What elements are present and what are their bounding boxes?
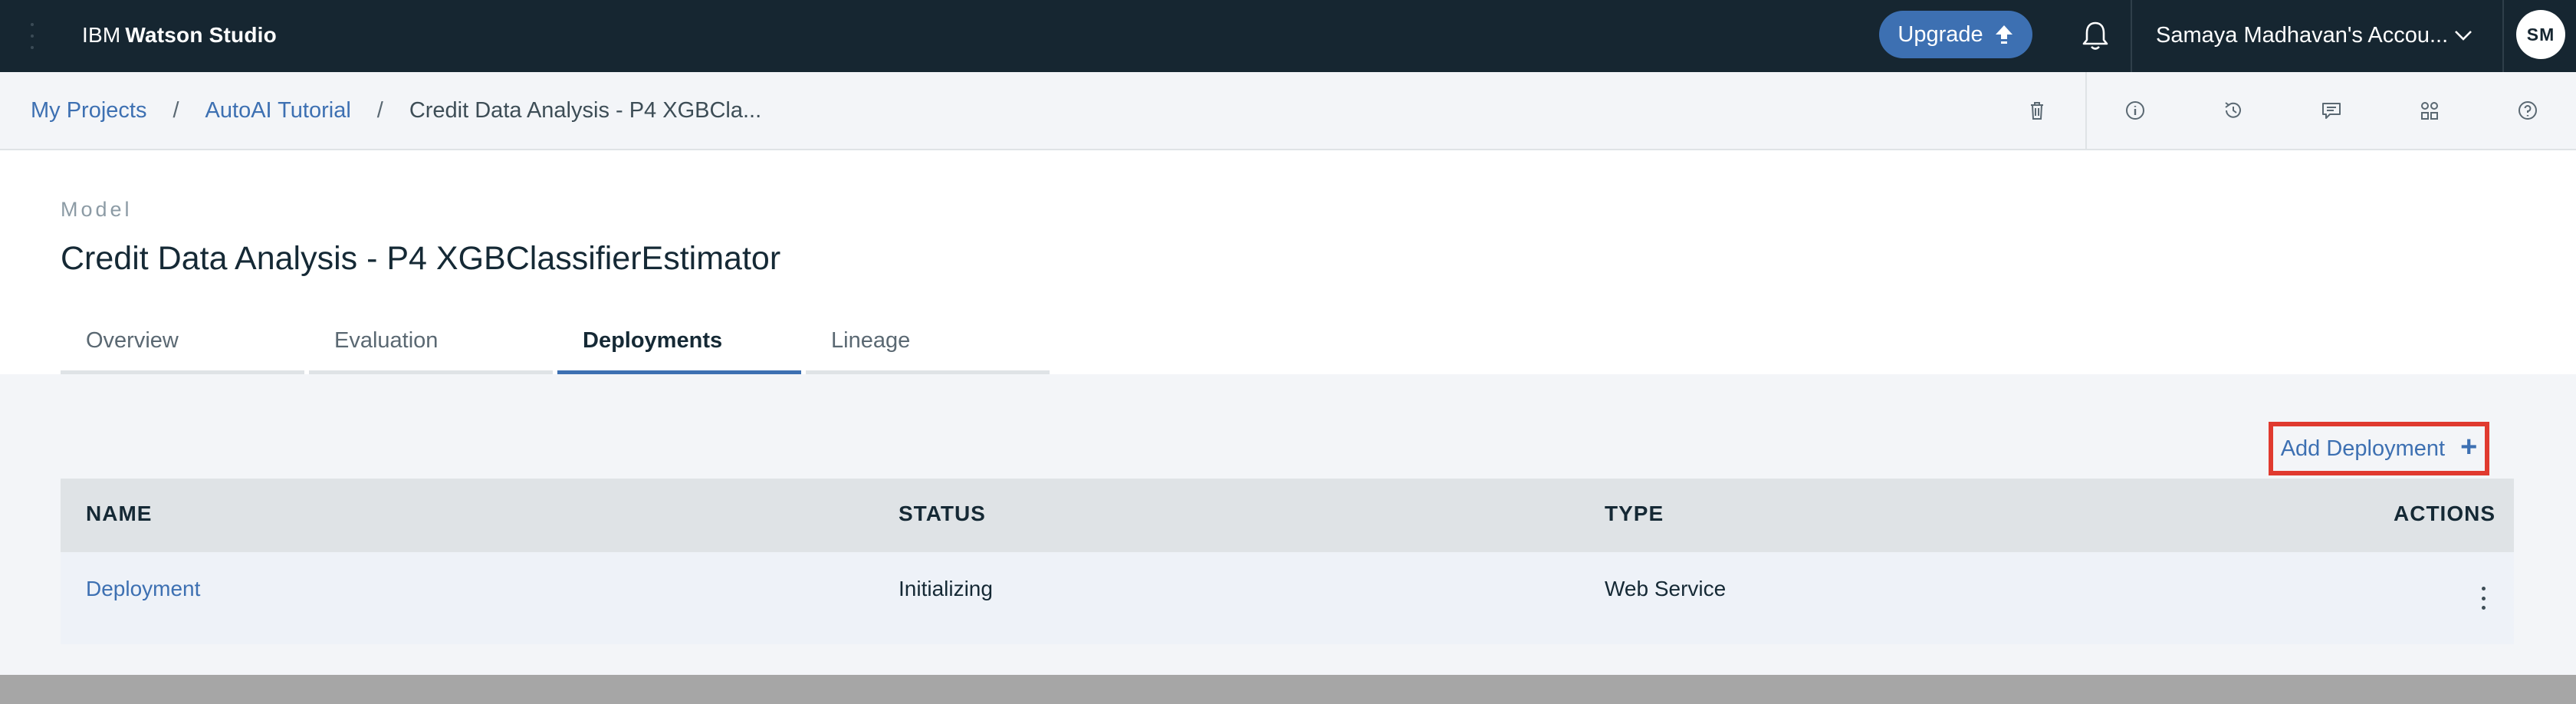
table-header-row: NAME STATUS TYPE ACTIONS — [61, 479, 2514, 552]
upgrade-button[interactable]: Upgrade — [1879, 11, 2032, 58]
top-navigation-bar: IBM Watson Studio Upgrade Samaya Madhavan… — [0, 0, 2576, 72]
menu-icon[interactable] — [31, 23, 35, 49]
user-avatar[interactable]: SM — [2516, 10, 2565, 59]
column-header-type[interactable]: TYPE — [1605, 502, 1664, 526]
breadcrumb-my-projects[interactable]: My Projects — [31, 95, 146, 126]
tab-lineage[interactable]: Lineage — [806, 321, 1050, 374]
assets-icon[interactable] — [2414, 95, 2445, 126]
tab-deployments[interactable]: Deployments — [557, 321, 801, 374]
chevron-down-icon[interactable] — [2453, 28, 2473, 43]
account-switcher[interactable]: Samaya Madhavan's Accou... — [2156, 21, 2448, 50]
footer-band — [0, 675, 2576, 704]
comment-icon[interactable] — [2316, 95, 2347, 126]
brand-name: Watson Studio — [125, 23, 277, 47]
breadcrumb: My Projects / AutoAI Tutorial / Credit D… — [31, 95, 761, 126]
page-title: Credit Data Analysis - P4 XGBClassifierE… — [61, 240, 781, 277]
product-brand[interactable]: IBM Watson Studio — [82, 21, 277, 49]
notifications-bell-icon[interactable] — [2080, 20, 2111, 52]
deployment-name-link[interactable]: Deployment — [86, 577, 200, 601]
table-row: Deployment Initializing Web Service — [61, 552, 2514, 644]
upgrade-label: Upgrade — [1898, 21, 1983, 47]
model-header: Model Credit Data Analysis - P4 XGBClass… — [0, 150, 2576, 374]
brand-prefix: IBM — [82, 23, 121, 47]
asset-type-label: Model — [61, 198, 133, 221]
trash-icon[interactable] — [2022, 95, 2052, 126]
toolbar-divider — [2085, 72, 2087, 149]
deployments-panel: Add Deployment + NAME STATUS TYPE ACTION… — [0, 374, 2576, 675]
breadcrumb-autoai-tutorial[interactable]: AutoAI Tutorial — [205, 95, 351, 126]
deployments-table: NAME STATUS TYPE ACTIONS Deployment Init… — [61, 479, 2514, 644]
plus-icon: + — [2460, 431, 2478, 463]
breadcrumb-separator: / — [172, 98, 179, 123]
add-deployment-button[interactable]: Add Deployment + — [2269, 422, 2489, 475]
deployment-type: Web Service — [1605, 577, 1727, 600]
account-divider — [2131, 0, 2132, 72]
column-header-name[interactable]: NAME — [86, 502, 152, 526]
deployment-status: Initializing — [899, 577, 993, 600]
tab-overview[interactable]: Overview — [61, 321, 304, 374]
overflow-menu-icon[interactable] — [2479, 587, 2487, 610]
upgrade-arrow-icon — [1995, 25, 2013, 44]
breadcrumb-separator: / — [376, 98, 383, 123]
column-header-actions: ACTIONS — [2394, 502, 2496, 525]
column-header-status[interactable]: STATUS — [899, 502, 986, 526]
add-deployment-label: Add Deployment — [2280, 436, 2446, 461]
info-icon[interactable] — [2120, 95, 2150, 126]
help-icon[interactable] — [2512, 95, 2543, 126]
tab-list: Overview Evaluation Deployments Lineage — [61, 321, 1050, 374]
breadcrumb-current: Credit Data Analysis - P4 XGBCla... — [409, 98, 762, 123]
tab-evaluation[interactable]: Evaluation — [309, 321, 553, 374]
breadcrumb-bar: My Projects / AutoAI Tutorial / Credit D… — [0, 72, 2576, 150]
history-icon[interactable] — [2218, 95, 2249, 126]
avatar-divider — [2502, 0, 2504, 72]
